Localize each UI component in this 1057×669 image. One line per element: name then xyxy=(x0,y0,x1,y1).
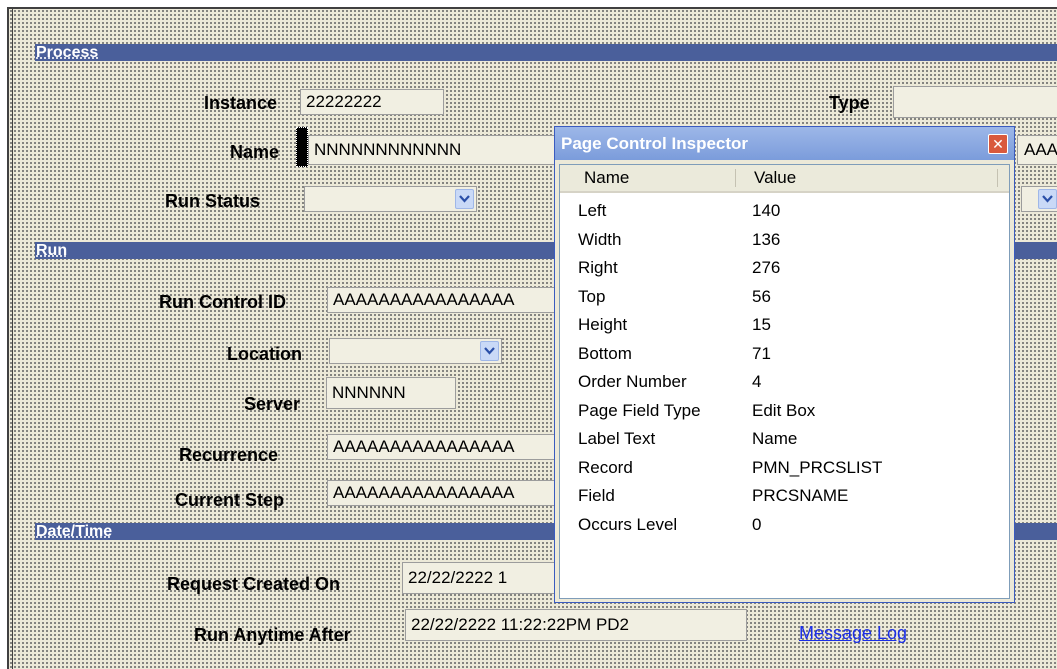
right-dropdown[interactable] xyxy=(1021,186,1057,212)
property-name: Occurs Level xyxy=(578,514,678,534)
property-name: Left xyxy=(578,201,607,220)
inspector-title: Page Control Inspector xyxy=(561,134,749,153)
section-label-run: Run xyxy=(36,242,68,259)
property-value: PRCSNAME xyxy=(752,486,849,505)
server-field[interactable]: NNNNNN xyxy=(326,377,456,409)
page-control-inspector-window[interactable]: Page Control Inspector ✕ Name Value Left… xyxy=(554,126,1015,603)
current-step-field[interactable]: AAAAAAAAAAAAAAAA xyxy=(327,480,567,506)
chevron-down-icon[interactable] xyxy=(455,189,474,209)
inspector-column-header: Name Value xyxy=(560,165,1009,193)
property-value: PMN_PRCSLIST xyxy=(752,457,883,477)
type-field[interactable] xyxy=(893,86,1057,118)
property-name: Label Text xyxy=(578,429,656,448)
name-field[interactable]: NNNNNNNNNNNN xyxy=(308,135,568,165)
selection-handle[interactable] xyxy=(296,127,308,167)
inspector-property-list[interactable]: Name Value Left 140 Width 136 Right 276 Top 56 H… xyxy=(559,164,1010,599)
inspector-title-bar[interactable]: Page Control Inspector ✕ xyxy=(555,127,1014,160)
run-status-label: Run Status xyxy=(165,191,261,211)
property-name: Field xyxy=(578,486,615,505)
property-value: 15 xyxy=(752,315,771,334)
instance-label: Instance xyxy=(204,93,278,113)
inspector-row[interactable]: Order Number 4 xyxy=(560,369,1009,395)
column-divider[interactable] xyxy=(735,169,736,187)
property-name: Record xyxy=(578,457,633,477)
close-icon[interactable]: ✕ xyxy=(988,134,1008,154)
message-log-link[interactable]: Message Log xyxy=(799,621,907,645)
property-value: 276 xyxy=(752,258,781,277)
property-name: Height xyxy=(578,315,628,334)
server-label: Server xyxy=(244,394,301,414)
run-anytime-after-label: Run Anytime After xyxy=(194,625,351,645)
request-created-on-field[interactable]: 22/22/2222 1 xyxy=(402,562,572,594)
property-name: Page Field Type xyxy=(578,400,701,420)
inspector-row[interactable]: Height 15 xyxy=(560,312,1009,338)
column-divider[interactable] xyxy=(997,169,998,187)
section-label-datetime: Date/Time xyxy=(36,523,113,540)
property-value: Edit Box xyxy=(752,400,816,420)
column-header-name[interactable]: Name xyxy=(584,165,629,191)
chevron-down-icon[interactable] xyxy=(480,341,499,361)
name-right-field[interactable]: AAA xyxy=(1017,135,1057,165)
name-label: Name xyxy=(230,142,280,162)
property-value: 140 xyxy=(752,201,781,220)
property-value: 0 xyxy=(752,514,762,534)
inspector-row[interactable]: Page Field Type Edit Box xyxy=(560,398,1009,424)
inspector-row[interactable]: Record PMN_PRCSLIST xyxy=(560,455,1009,481)
inspector-row[interactable]: Bottom 71 xyxy=(560,341,1009,367)
section-band-process: Process xyxy=(35,44,1057,61)
run-control-id-label: Run Control ID xyxy=(159,292,286,312)
run-status-dropdown[interactable] xyxy=(304,186,477,212)
property-value: 136 xyxy=(752,229,781,249)
recurrence-field[interactable]: AAAAAAAAAAAAAAAA xyxy=(327,434,567,460)
inspector-row[interactable]: Field PRCSNAME xyxy=(560,483,1009,509)
property-name: Bottom xyxy=(578,343,632,363)
instance-field[interactable]: 22222222 xyxy=(300,89,444,115)
property-name: Width xyxy=(578,229,622,249)
recurrence-label: Recurrence xyxy=(179,445,279,465)
section-label-process: Process xyxy=(36,44,99,61)
inspector-row[interactable]: Right 276 xyxy=(560,255,1009,281)
property-value: Name xyxy=(752,429,798,448)
property-name: Right xyxy=(578,258,618,277)
inspector-row[interactable]: Occurs Level 0 xyxy=(560,512,1009,538)
property-name: Top xyxy=(578,286,606,306)
request-created-on-label: Request Created On xyxy=(167,574,341,594)
current-step-label: Current Step xyxy=(175,490,285,510)
location-dropdown[interactable] xyxy=(329,338,502,364)
property-value: 71 xyxy=(752,343,771,363)
inspector-row[interactable]: Top 56 xyxy=(560,284,1009,310)
property-value: 56 xyxy=(752,286,771,306)
location-label: Location xyxy=(227,344,302,364)
inspector-row[interactable]: Label Text Name xyxy=(560,426,1009,452)
property-name: Order Number xyxy=(578,372,687,391)
run-anytime-after-field[interactable]: 22/22/2222 11:22:22PM PD2 xyxy=(405,609,747,641)
canvas-border-line xyxy=(12,9,13,669)
inspector-row[interactable]: Width 136 xyxy=(560,227,1009,253)
column-header-value[interactable]: Value xyxy=(754,165,796,191)
chevron-down-icon[interactable] xyxy=(1038,189,1057,209)
inspector-row[interactable]: Left 140 xyxy=(560,198,1009,224)
property-value: 4 xyxy=(752,372,762,391)
run-control-id-field[interactable]: AAAAAAAAAAAAAAAA xyxy=(327,287,567,313)
type-label: Type xyxy=(829,93,870,113)
